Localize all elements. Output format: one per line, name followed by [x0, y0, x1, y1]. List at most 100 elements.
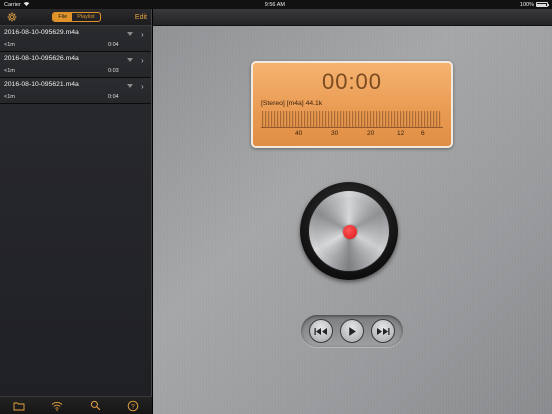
- recording-size: <1m: [4, 94, 15, 100]
- scale-label: 20: [367, 130, 375, 137]
- recording-name: 2016-08-10-095626.m4a: [4, 55, 79, 62]
- edit-button[interactable]: Edit: [135, 14, 147, 21]
- recording-duration: 0:04: [108, 94, 119, 100]
- help-icon[interactable]: ?: [126, 399, 140, 413]
- meter-tick: [274, 111, 276, 127]
- sidebar-toolbar: File Playlist Edit: [0, 9, 151, 26]
- meter-tick: [313, 111, 315, 127]
- chevron-right-icon[interactable]: ›: [141, 56, 144, 65]
- meter-tick: [316, 111, 318, 127]
- gear-icon[interactable]: [6, 11, 18, 23]
- meter-tick: [376, 111, 378, 127]
- record-dot-icon: [343, 225, 357, 239]
- meter-tick: [373, 111, 375, 127]
- meter-tick: [268, 111, 270, 127]
- wifi-signal-icon: [23, 1, 30, 8]
- segment-file[interactable]: File: [53, 13, 73, 21]
- meter-tick: [385, 111, 387, 127]
- meter-tick: [340, 111, 342, 127]
- meter-tick: [421, 111, 423, 127]
- meter-tick: [262, 111, 264, 127]
- play-icon: [349, 326, 356, 336]
- meter-tick: [349, 111, 351, 127]
- meter-tick: [412, 111, 414, 127]
- record-button[interactable]: [300, 182, 398, 280]
- recorder-panel: 00:00 [Stereo] [m4a] 44.1k 40 30 20 12 6: [153, 9, 552, 414]
- recording-size: <1m: [4, 68, 15, 74]
- meter-tick: [337, 111, 339, 127]
- search-icon[interactable]: [88, 399, 102, 413]
- list-item[interactable]: 2016-08-10-095629.m4a <1m 0:04 ›: [0, 26, 151, 52]
- folder-icon[interactable]: [12, 399, 26, 413]
- scale-label: 30: [331, 130, 339, 137]
- list-item[interactable]: 2016-08-10-095626.m4a <1m 0:03 ›: [0, 52, 151, 78]
- recording-duration: 0:04: [108, 42, 119, 48]
- fast-forward-icon: [377, 327, 390, 335]
- chevron-right-icon[interactable]: ›: [141, 82, 144, 91]
- battery-icon: [535, 2, 549, 7]
- play-button[interactable]: [340, 319, 364, 343]
- timer-readout: 00:00: [321, 69, 383, 94]
- meter-tick: [361, 111, 363, 127]
- scale-label: 40: [295, 130, 303, 137]
- meter-tick: [280, 111, 282, 127]
- meter-tick: [391, 111, 393, 127]
- recording-name: 2016-08-10-095629.m4a: [4, 29, 79, 36]
- meter-tick: [433, 111, 435, 127]
- meter-tick: [343, 111, 345, 127]
- meter-tick: [304, 111, 306, 127]
- recorder-display: 00:00 [Stereo] [m4a] 44.1k 40 30 20 12 6: [251, 61, 453, 148]
- meter-tick: [439, 111, 441, 127]
- format-label: [Stereo] [m4a] 44.1k: [261, 100, 323, 107]
- meter-tick: [301, 111, 303, 127]
- meter-tick: [424, 111, 426, 127]
- meter-tick: [334, 111, 336, 127]
- rewind-icon: [314, 327, 327, 335]
- fast-forward-button[interactable]: [371, 319, 395, 343]
- meter-tick: [328, 111, 330, 127]
- meter-tick: [325, 111, 327, 127]
- file-playlist-segmented-control: File Playlist: [52, 12, 101, 22]
- meter-scale: 40 30 20 12 6: [261, 130, 443, 140]
- meter-tick: [403, 111, 405, 127]
- main-toolbar: [153, 9, 552, 26]
- recording-name: 2016-08-10-095621.m4a: [4, 81, 79, 88]
- meter-tick: [358, 111, 360, 127]
- meter-tick: [298, 111, 300, 127]
- meter-tick: [409, 111, 411, 127]
- meter-tick: [397, 111, 399, 127]
- meter-tick: [370, 111, 372, 127]
- meter-tick: [307, 111, 309, 127]
- meter-tick: [427, 111, 429, 127]
- chevron-right-icon[interactable]: ›: [141, 30, 144, 39]
- meter-tick: [286, 111, 288, 127]
- meter-tick: [355, 111, 357, 127]
- sidebar-bottom-toolbar: ?: [0, 396, 152, 414]
- meter-tick: [292, 111, 294, 127]
- meter-tick: [379, 111, 381, 127]
- expand-triangle-icon[interactable]: [127, 58, 133, 62]
- meter-tick: [406, 111, 408, 127]
- meter-tick: [319, 111, 321, 127]
- meter-tick: [331, 111, 333, 127]
- expand-triangle-icon[interactable]: [127, 32, 133, 36]
- rewind-button[interactable]: [309, 319, 333, 343]
- status-bar: Carrier 9:56 AM 100%: [0, 0, 552, 9]
- meter-tick: [364, 111, 366, 127]
- svg-text:?: ?: [131, 403, 135, 410]
- meter-tick: [271, 111, 273, 127]
- expand-triangle-icon[interactable]: [127, 84, 133, 88]
- sidebar: File Playlist Edit 2016-08-10-095629.m4a…: [0, 9, 152, 414]
- meter-tick: [295, 111, 297, 127]
- meter-tick: [436, 111, 438, 127]
- wifi-icon[interactable]: [50, 399, 64, 413]
- scale-label: 12: [397, 130, 405, 137]
- meter-tick: [265, 111, 267, 127]
- segment-playlist[interactable]: Playlist: [72, 13, 99, 21]
- list-item[interactable]: 2016-08-10-095621.m4a <1m 0:04 ›: [0, 78, 151, 104]
- meter-tick: [430, 111, 432, 127]
- record-button-face: [308, 190, 390, 272]
- meter-tick: [277, 111, 279, 127]
- scale-label: 6: [421, 130, 425, 137]
- recording-size: <1m: [4, 42, 15, 48]
